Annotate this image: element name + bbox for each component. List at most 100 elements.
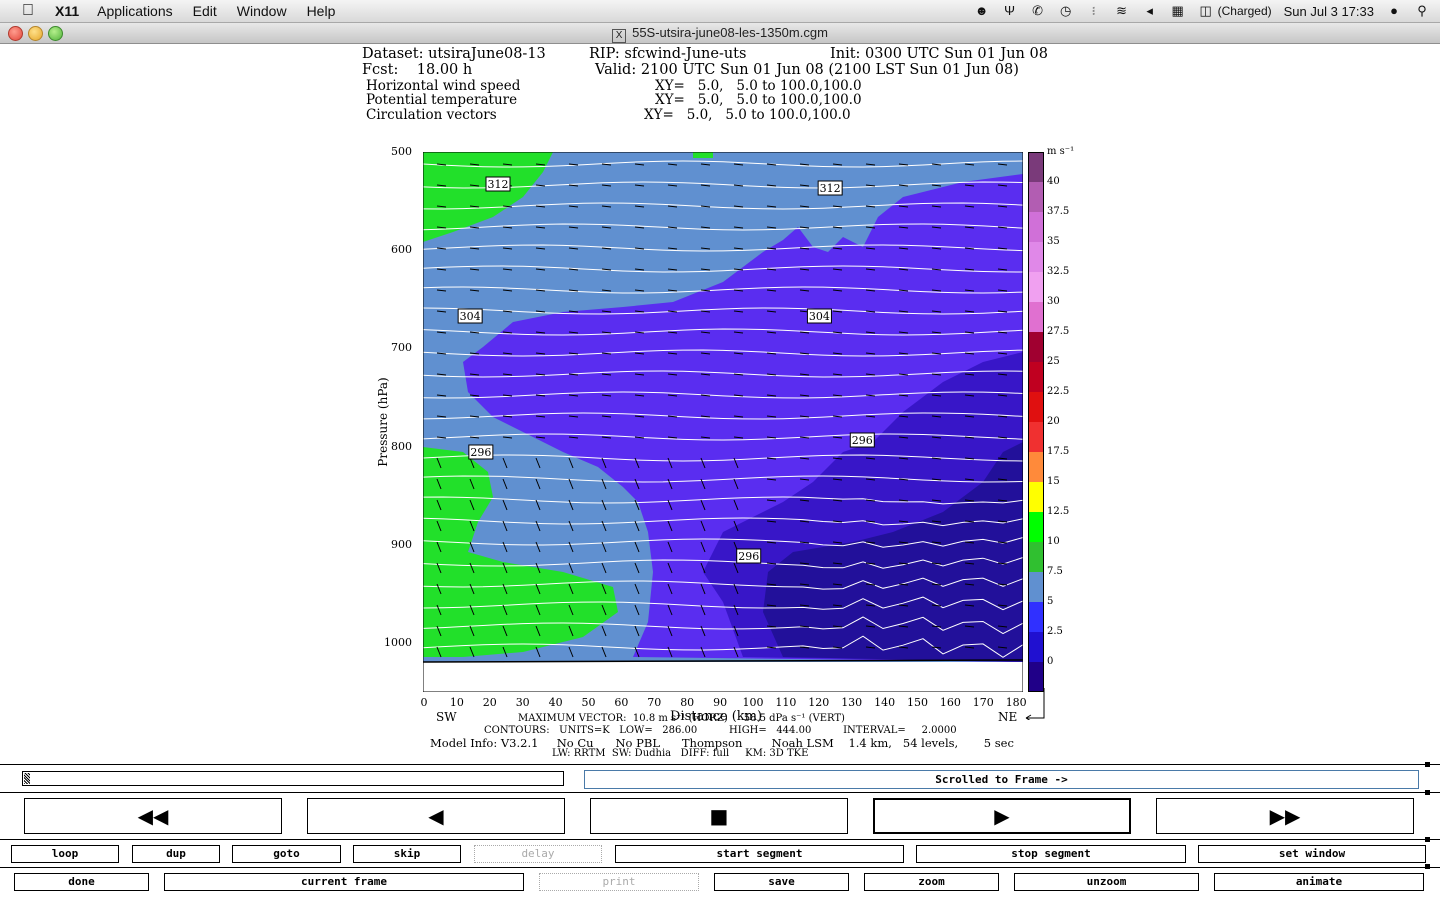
apple-menu-icon[interactable]:  [17, 2, 39, 20]
frame-scrollbar[interactable] [22, 771, 564, 786]
dataset-label: Dataset: utsiraJune08-13 [362, 46, 546, 62]
y-tick-label: 900 [391, 537, 412, 551]
step-back-button[interactable]: ◀ [307, 798, 565, 834]
start-segment-button[interactable]: start segment [615, 845, 904, 863]
colorbar-segment [1028, 302, 1044, 333]
delay-button[interactable]: delay [474, 845, 602, 863]
stop-segment-button[interactable]: stop segment [916, 845, 1186, 863]
play-icon: ▶ [994, 804, 1010, 828]
x-tick-label: 50 [581, 696, 596, 709]
menu-applications[interactable]: Applications [97, 3, 173, 19]
colorbar-tick-label: 12.5 [1047, 506, 1070, 517]
colorbar-tick-label: 35 [1047, 236, 1060, 247]
scrollbar-thumb[interactable] [24, 773, 30, 784]
calendar-icon[interactable]: ▦ [1170, 4, 1186, 18]
fill-green-strip [693, 152, 713, 158]
x-tick-label: 160 [939, 696, 961, 709]
colorbar-segment [1028, 632, 1044, 663]
skip-button[interactable]: skip [353, 845, 461, 863]
antenna-icon[interactable]: Ψ [1002, 4, 1018, 18]
colorbar-segment [1028, 272, 1044, 303]
spotlight-search-icon[interactable]: ⚲ [1414, 4, 1430, 18]
colorbar-segment [1028, 572, 1044, 603]
print-button[interactable]: print [539, 873, 699, 891]
fast-forward-button[interactable]: ▶▶ [1156, 798, 1414, 834]
rip-label: RIP: sfcwind-June-uts [589, 46, 747, 62]
x-tick-label: 70 [647, 696, 662, 709]
set-window-button[interactable]: set window [1198, 845, 1426, 863]
colorbar-segment [1028, 152, 1044, 183]
colorbar-tick-label: 22.5 [1047, 386, 1070, 397]
menu-edit[interactable]: Edit [193, 3, 217, 19]
play-button[interactable]: ▶ [873, 798, 1131, 834]
window-title: 55S-utsira-june08-les-1350m.cgm [632, 25, 828, 40]
battery-status[interactable]: (Charged) [1218, 4, 1272, 18]
resize-handle[interactable] [1425, 837, 1430, 842]
current-frame-button[interactable]: current frame [164, 873, 524, 891]
colorbar-segment [1028, 212, 1044, 243]
x-tick-label: 120 [808, 696, 830, 709]
contour-label: 304 [460, 310, 481, 323]
rewind-button[interactable]: ◀◀ [24, 798, 282, 834]
colorbar-segment [1028, 182, 1044, 213]
contours-text: CONTOURS: UNITS=K LOW= 286.00 HIGH= 444.… [484, 725, 957, 736]
stop-icon: ■ [709, 804, 729, 828]
contour-label: 296 [738, 550, 759, 563]
menu-help[interactable]: Help [307, 3, 336, 19]
step-back-icon: ◀ [428, 804, 444, 828]
bluetooth-icon[interactable]: ᎒ [1086, 4, 1102, 18]
goto-button[interactable]: goto [232, 845, 341, 863]
x-tick-label: 130 [841, 696, 863, 709]
colorbar-segment [1028, 362, 1044, 393]
colorbar-tick-label: 27.5 [1047, 326, 1070, 337]
contour-label: 312 [488, 178, 509, 191]
colorbar-units: m s⁻¹ [1047, 146, 1075, 157]
separator [0, 839, 1440, 840]
x-tick-label: 140 [874, 696, 896, 709]
menu-window[interactable]: Window [237, 3, 287, 19]
alien-icon[interactable]: ☻ [974, 4, 990, 18]
animate-button[interactable]: animate [1214, 873, 1424, 891]
x-tick-label: 20 [482, 696, 497, 709]
volume-icon[interactable]: ◂ [1142, 4, 1158, 18]
y-axis-label: Pressure (hPa) [376, 377, 390, 467]
colorbar-tick-label: 20 [1047, 416, 1060, 427]
x-tick-label: 80 [680, 696, 695, 709]
colorbar-tick-label: 0 [1047, 656, 1054, 667]
wifi-icon[interactable]: ≋ [1114, 4, 1130, 18]
resize-handle[interactable] [1425, 762, 1430, 767]
max-vector-text: MAXIMUM VECTOR: 10.8 m s⁻¹ (HORZ) 58.5 d… [518, 713, 845, 724]
colorbar-segment [1028, 422, 1044, 453]
user-icon[interactable]: ● [1386, 4, 1402, 18]
time-machine-icon[interactable]: ◷ [1058, 4, 1074, 18]
y-tick-label: 1000 [384, 636, 412, 649]
save-button[interactable]: save [714, 873, 849, 891]
battery-icon[interactable]: ◫ [1198, 4, 1214, 18]
phone-icon[interactable]: ✆ [1030, 4, 1046, 18]
stop-button[interactable]: ■ [590, 798, 848, 834]
dup-button[interactable]: dup [132, 845, 220, 863]
colorbar-tick-label: 2.5 [1047, 626, 1063, 637]
colorbar-tick-label: 25 [1047, 356, 1060, 367]
colorbar-tick-label: 32.5 [1047, 266, 1070, 277]
zoom-button[interactable]: zoom [864, 873, 999, 891]
rewind-icon: ◀◀ [137, 804, 169, 828]
resize-handle[interactable] [1425, 790, 1430, 795]
colorbar-tick-label: 40 [1047, 176, 1060, 187]
colorbar-tick-label: 7.5 [1047, 566, 1063, 577]
colorbar-segment [1028, 242, 1044, 273]
clock[interactable]: Sun Jul 3 17:33 [1284, 4, 1374, 19]
field3-xy: XY= 5.0, 5.0 to 100.0,100.0 [644, 107, 851, 123]
loop-button[interactable]: loop [11, 845, 119, 863]
x-tick-label: 30 [515, 696, 530, 709]
y-tick-label: 600 [391, 243, 412, 257]
colorbar-segment [1028, 662, 1044, 692]
done-button[interactable]: done [14, 873, 149, 891]
separator [0, 792, 1440, 793]
ne-arrow-icon [1025, 688, 1045, 720]
app-menu-x11[interactable]: X11 [55, 3, 79, 19]
colorbar-tick-label: 10 [1047, 536, 1060, 547]
unzoom-button[interactable]: unzoom [1014, 873, 1199, 891]
x11-document-icon: X [612, 29, 627, 43]
colorbar-tick-label: 15 [1047, 476, 1060, 487]
